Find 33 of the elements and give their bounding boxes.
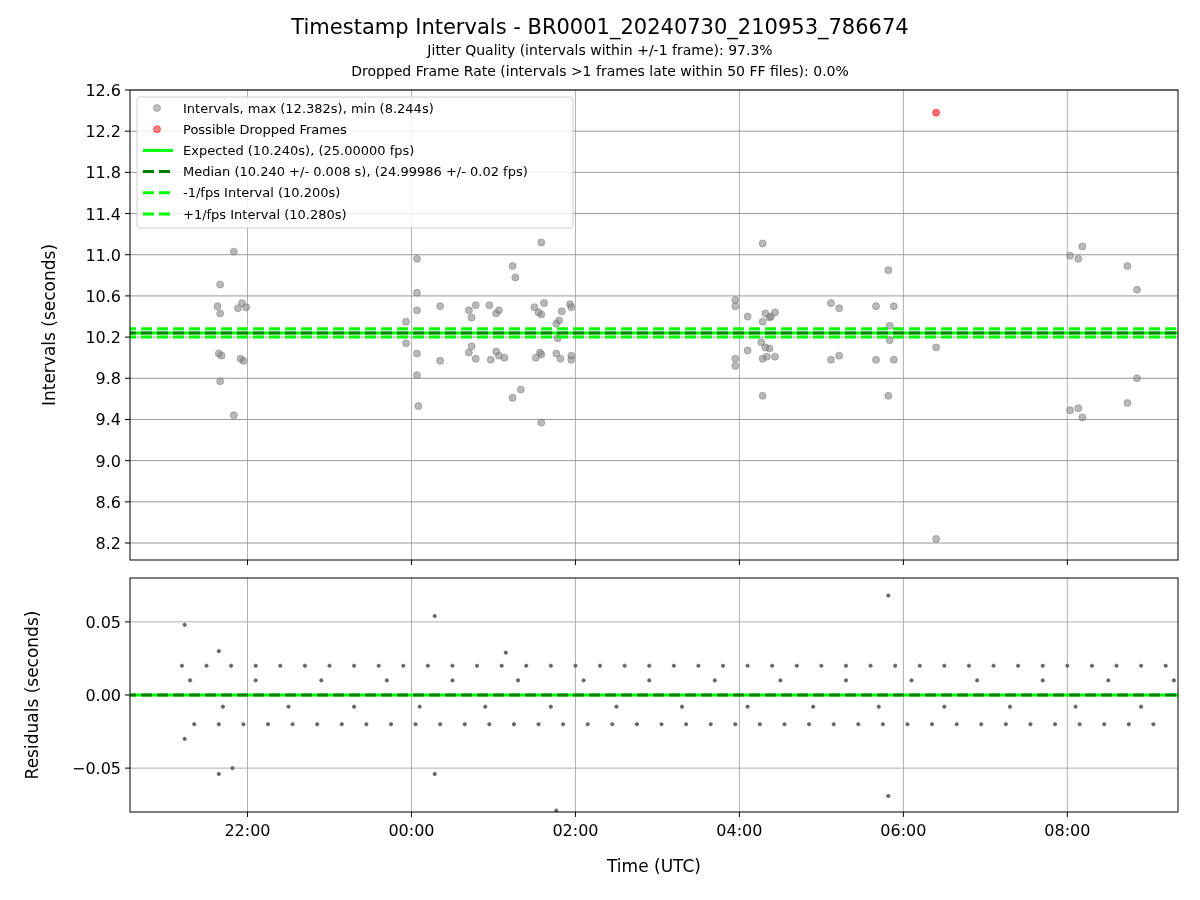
- axis-tick-label: −0.05: [71, 759, 121, 779]
- axis-tick-label: 12.6: [85, 81, 121, 100]
- chart-subtitle: Dropped Frame Rate (intervals >1 frames late within 50 FF files): 0.0%: [351, 62, 849, 81]
- legend-label: Expected (10.240s), (25.00000 fps): [183, 142, 415, 158]
- axis-tick-label: 10.2: [85, 328, 121, 348]
- axis-tick-label: 12.2: [85, 122, 121, 142]
- axis-tick-label: 11.8: [85, 163, 121, 183]
- axis-tick-label: 10.6: [85, 286, 121, 306]
- axis-title: Residuals (seconds): [22, 610, 42, 780]
- axis-tick-label: 9.0: [95, 451, 121, 471]
- axis-tick-label: 8.6: [95, 492, 121, 512]
- axis-tick-label: 8.2: [95, 534, 121, 553]
- axis-tick-label: 11.4: [85, 204, 121, 224]
- legend-label: Median (10.240 +/- 0.008 s), (24.99986 +/- 0.02 fps): [183, 164, 528, 180]
- axis-tick-label: 11.0: [85, 245, 121, 265]
- chart-subtitle: Jitter Quality (intervals within +/-1 frame): 97.3%: [427, 41, 773, 60]
- axis-tick-label: 0.00: [85, 686, 121, 705]
- legend-label: +1/fps Interval (10.280s): [183, 206, 347, 222]
- axis-tick-label: 08:00: [1044, 821, 1091, 840]
- legend-label: Possible Dropped Frames: [183, 121, 347, 137]
- legend-label: Intervals, max (12.382s), min (8.244s): [183, 100, 434, 116]
- axis-tick-label: 00:00: [388, 821, 435, 840]
- axis-tick-label: 06:00: [880, 821, 927, 840]
- axis-tick-label: 04:00: [716, 821, 763, 840]
- axis-title: Intervals (seconds): [39, 243, 59, 407]
- axis-tick-label: 9.8: [95, 369, 121, 389]
- axis-tick-label: 0.05: [85, 612, 121, 632]
- axis-tick-label: 9.4: [95, 410, 121, 430]
- chart-title: Timestamp Intervals - BR0001_20240730_210953_786674: [291, 14, 909, 40]
- axis-title: Time (UTC): [607, 856, 701, 876]
- axis-tick-label: 02:00: [552, 821, 599, 840]
- axis-tick-label: 22:00: [224, 821, 271, 840]
- legend-label: -1/fps Interval (10.200s): [183, 185, 341, 201]
